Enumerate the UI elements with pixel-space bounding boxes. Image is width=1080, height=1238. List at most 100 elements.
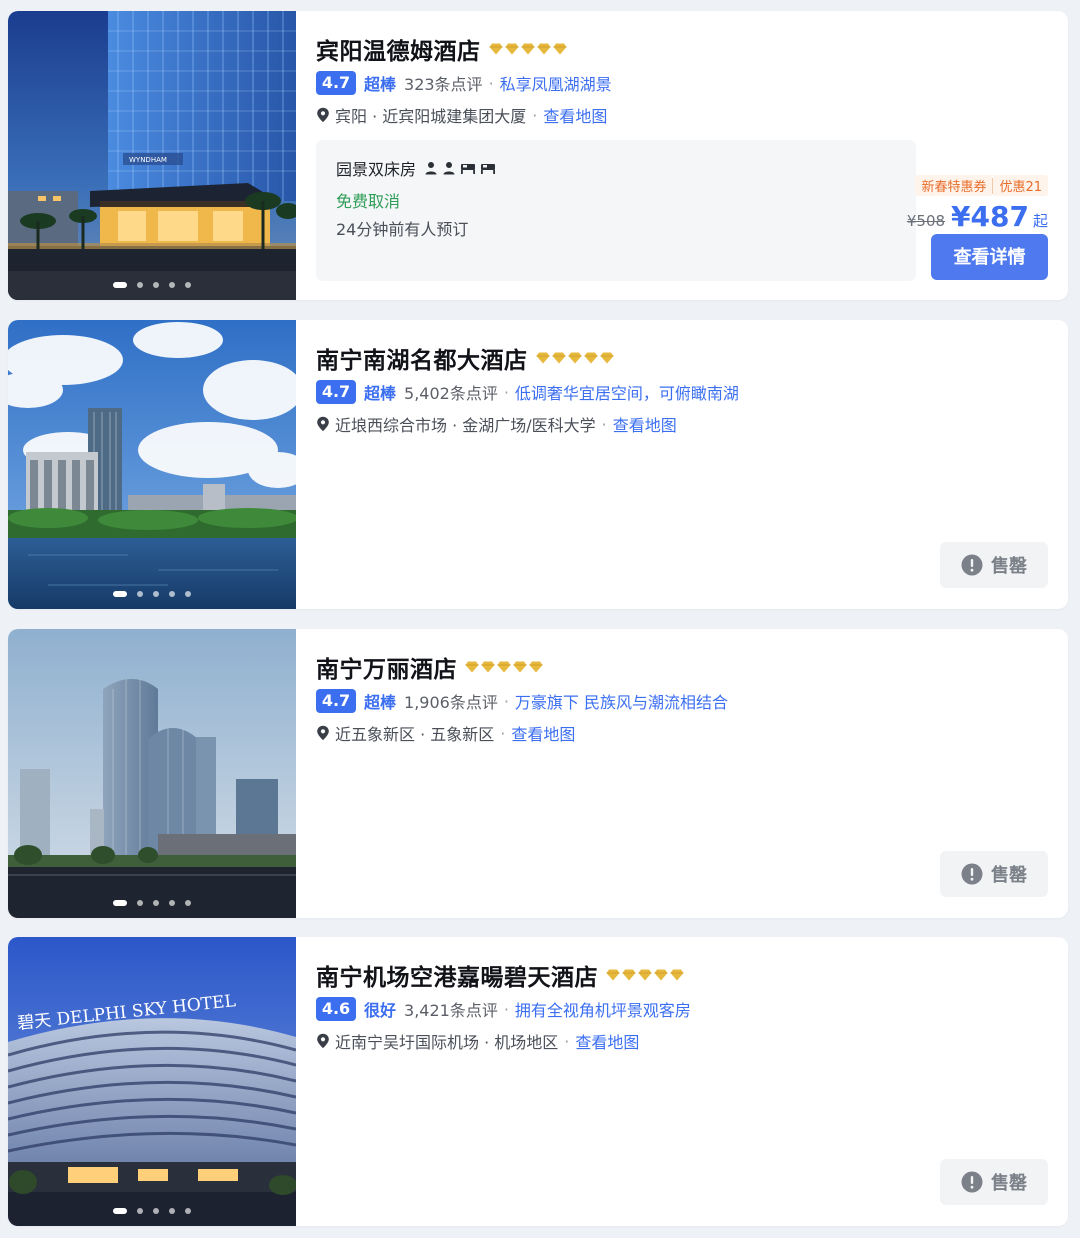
separator-dot: ·: [503, 999, 509, 1019]
hotel-card[interactable]: 南宁南湖名都大酒店 4.7 超棒 5,402条点评 · 低调奢华宜居空间，可俯瞰…: [8, 320, 1068, 609]
hotel-info: 南宁南湖名都大酒店 4.7 超棒 5,402条点评 · 低调奢华宜居空间，可俯瞰…: [316, 320, 1068, 609]
carousel-dot[interactable]: [137, 282, 143, 288]
location-pin-icon: [316, 725, 330, 741]
review-count[interactable]: 3,421条点评: [404, 997, 498, 1021]
view-map-link[interactable]: 查看地图: [543, 103, 607, 127]
view-map-link[interactable]: 查看地图: [511, 721, 575, 745]
alert-icon: [961, 554, 983, 576]
diamond-icon: [622, 969, 636, 981]
hotel-name[interactable]: 宾阳温德姆酒店: [316, 32, 481, 66]
hotel-photo[interactable]: [8, 629, 296, 918]
room-title-row: 园景双床房: [336, 156, 496, 180]
review-count[interactable]: 323条点评: [404, 71, 483, 95]
carousel-dot[interactable]: [153, 282, 159, 288]
diamond-icon: [513, 661, 527, 673]
diamond-icon: [553, 43, 567, 55]
separator-dot: ·: [503, 382, 509, 402]
view-map-link[interactable]: 查看地图: [575, 1029, 639, 1053]
score-word: 超棒: [364, 75, 397, 94]
diamond-rating: [536, 352, 614, 364]
score-badge: 4.7: [316, 689, 356, 713]
hotel-list: WYNDHAM 宾阳温德姆酒店 4.7 超棒 323条点评 · 私享凤凰湖湖景 …: [0, 0, 1080, 1238]
hotel-sign-text: WYNDHAM: [129, 156, 167, 164]
sold-out-button[interactable]: 售罄: [940, 542, 1048, 588]
alert-icon: [961, 1171, 983, 1193]
carousel-dot[interactable]: [153, 591, 159, 597]
sold-out-label: 售罄: [991, 865, 1027, 886]
location-text: 近南宁吴圩国际机场 · 机场地区: [335, 1033, 559, 1052]
bed-icon: [481, 164, 496, 174]
photo-carousel-dots: [8, 281, 296, 289]
hotel-card[interactable]: 碧天 DELPHI SKY HOTEL 南宁机场空港嘉暘碧天酒店 4.6 很好 …: [8, 937, 1068, 1226]
sold-out-button[interactable]: 售罄: [940, 1159, 1048, 1205]
carousel-dot[interactable]: [169, 1208, 175, 1214]
sold-out-button[interactable]: 售罄: [940, 851, 1048, 897]
carousel-dot[interactable]: [169, 900, 175, 906]
hotel-photo-image: WYNDHAM: [8, 11, 296, 300]
hotel-title-row: 南宁机场空港嘉暘碧天酒店: [316, 959, 684, 991]
hotel-title-row: 南宁万丽酒店: [316, 651, 543, 683]
hotel-name[interactable]: 南宁机场空港嘉暘碧天酒店: [316, 958, 598, 992]
carousel-dot[interactable]: [137, 900, 143, 906]
location-text: 宾阳 · 近宾阳城建集团大厦: [335, 107, 527, 126]
diamond-rating: [606, 969, 684, 981]
carousel-dot[interactable]: [185, 900, 191, 906]
score-row: 4.7 超棒 5,402条点评 · 低调奢华宜居空间，可俯瞰南湖: [316, 379, 739, 405]
diamond-rating: [489, 43, 567, 55]
room-occupancy-icons: [424, 161, 496, 175]
review-count[interactable]: 5,402条点评: [404, 380, 498, 404]
separator-dot: ·: [532, 105, 538, 125]
person-icon: [425, 162, 437, 175]
current-price: ¥487: [951, 200, 1029, 233]
score-badge: 4.7: [316, 380, 356, 404]
sold-out-label: 售罄: [991, 1173, 1027, 1194]
carousel-dot[interactable]: [153, 900, 159, 906]
carousel-dot[interactable]: [113, 591, 127, 597]
separator-dot: ·: [564, 1031, 570, 1051]
original-price: ¥508: [906, 212, 946, 230]
hotel-photo[interactable]: [8, 320, 296, 609]
hotel-card[interactable]: WYNDHAM 宾阳温德姆酒店 4.7 超棒 323条点评 · 私享凤凰湖湖景 …: [8, 11, 1068, 300]
hotel-info: 南宁万丽酒店 4.7 超棒 1,906条点评 · 万豪旗下 民族风与潮流相结合 …: [316, 629, 1068, 918]
hotel-card[interactable]: 南宁万丽酒店 4.7 超棒 1,906条点评 · 万豪旗下 民族风与潮流相结合 …: [8, 629, 1068, 918]
carousel-dot[interactable]: [185, 282, 191, 288]
carousel-dot[interactable]: [137, 591, 143, 597]
diamond-icon: [606, 969, 620, 981]
diamond-icon: [537, 43, 551, 55]
carousel-dot[interactable]: [185, 591, 191, 597]
carousel-dot[interactable]: [169, 282, 175, 288]
carousel-dot[interactable]: [137, 1208, 143, 1214]
score-badge: 4.7: [316, 71, 356, 95]
room-summary[interactable]: 园景双床房 免费取消 24分钟前有人预订: [316, 140, 916, 281]
carousel-dot[interactable]: [185, 1208, 191, 1214]
diamond-icon: [465, 661, 479, 673]
carousel-dot[interactable]: [113, 900, 127, 906]
hotel-name[interactable]: 南宁万丽酒店: [316, 650, 457, 684]
carousel-dot[interactable]: [113, 282, 127, 288]
score-row: 4.6 很好 3,421条点评 · 拥有全视角机坪景观客房: [316, 996, 691, 1022]
hotel-photo[interactable]: 碧天 DELPHI SKY HOTEL: [8, 937, 296, 1226]
alert-icon: [961, 863, 983, 885]
location-pin-icon: [316, 107, 330, 123]
photo-carousel-dots: [8, 1207, 296, 1215]
diamond-icon: [654, 969, 668, 981]
location-text: 近五象新区 · 五象新区: [335, 725, 495, 744]
coupon-tag[interactable]: 新春特惠券 优惠21: [915, 175, 1048, 196]
view-map-link[interactable]: 查看地图: [613, 412, 677, 436]
diamond-icon: [481, 661, 495, 673]
hotel-photo[interactable]: WYNDHAM: [8, 11, 296, 300]
review-count[interactable]: 1,906条点评: [404, 689, 498, 713]
sold-out-label: 售罄: [991, 556, 1027, 577]
hotel-photo-image: [8, 320, 296, 609]
carousel-dot[interactable]: [153, 1208, 159, 1214]
carousel-dot[interactable]: [113, 1208, 127, 1214]
hotel-title-row: 宾阳温德姆酒店: [316, 33, 567, 65]
separator-dot: ·: [500, 723, 506, 743]
carousel-dot[interactable]: [169, 591, 175, 597]
hotel-name[interactable]: 南宁南湖名都大酒店: [316, 341, 528, 375]
view-details-button[interactable]: 查看详情: [931, 234, 1048, 280]
diamond-icon: [670, 969, 684, 981]
person-icon: [443, 162, 455, 175]
diamond-icon: [568, 352, 582, 364]
diamond-icon: [497, 661, 511, 673]
